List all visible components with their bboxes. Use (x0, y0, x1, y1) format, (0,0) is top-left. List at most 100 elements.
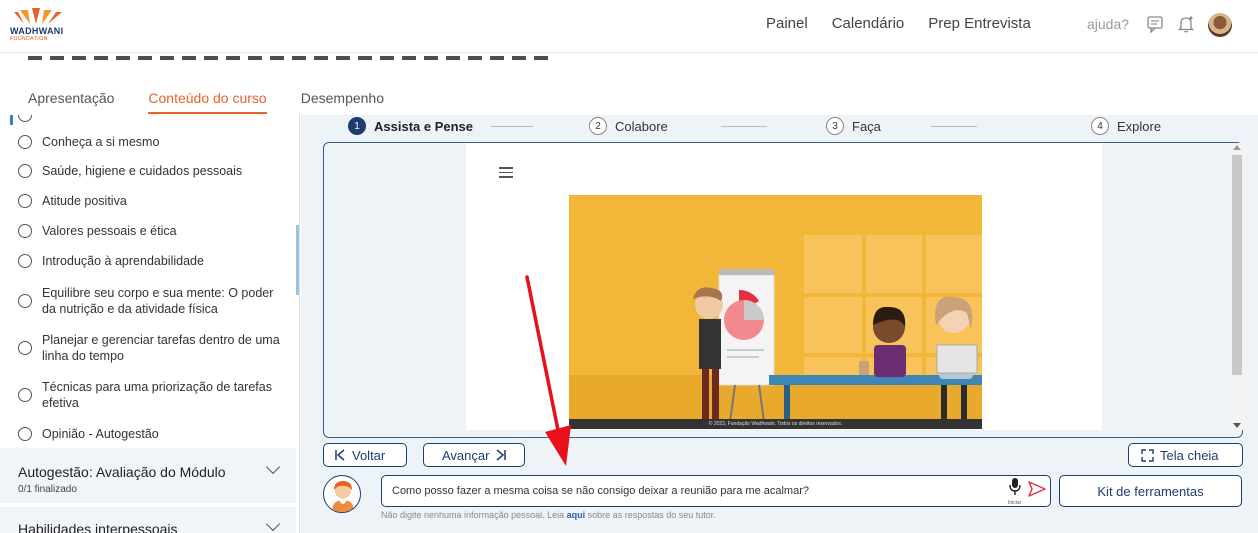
course-sidebar: Conheça a si mesmo Saúde, higiene e cuid… (0, 115, 300, 533)
step-number: 1 (348, 117, 366, 135)
step-label: Explore (1117, 118, 1162, 134)
logo-text: WADHWANI (10, 26, 64, 36)
disclaimer-link[interactable]: aqui (567, 510, 586, 520)
scroll-up-icon[interactable] (1233, 145, 1241, 150)
lesson-item[interactable]: Atitude positiva (18, 193, 290, 209)
radio-icon (18, 254, 32, 268)
step-explore[interactable]: 4 Explore (1091, 117, 1161, 135)
module-title: Habilidades interpessoais (18, 521, 178, 533)
back-label: Voltar (352, 447, 386, 463)
lesson-label: Saúde, higiene e cuidados pessoais (42, 164, 243, 178)
step-colabore[interactable]: 2 Colabore (589, 117, 668, 135)
menu-icon[interactable] (499, 167, 513, 181)
course-tabs: Apresentação Conteúdo do curso Desempenh… (28, 90, 384, 114)
skip-back-icon (335, 449, 345, 461)
nav-painel[interactable]: Painel (766, 15, 808, 32)
lesson-content: 1 Assista e Pense 2 Colabore 3 Faça 4 Ex… (301, 115, 1258, 533)
step-number: 4 (1091, 117, 1109, 135)
video-credit: © 2023, Fundação Wadhwani. Todos os dire… (569, 419, 982, 429)
radio-icon (18, 294, 32, 308)
disclaimer-text-end: sobre as respostas do seu tutor. (587, 510, 716, 520)
step-connector (931, 126, 977, 127)
help-link[interactable]: ajuda? (1087, 16, 1129, 32)
chat-input-value: Como posso fazer a mesma coisa se não co… (392, 485, 809, 497)
radio-icon (18, 224, 32, 238)
chat-bubble-icon[interactable] (1145, 14, 1165, 34)
lesson-item[interactable]: Valores pessoais e ética (18, 223, 290, 239)
step-label: Colabore (615, 118, 668, 134)
bell-icon[interactable] (1176, 14, 1196, 34)
scene-illustration (569, 235, 982, 429)
tab-apresentacao[interactable]: Apresentação (28, 90, 114, 114)
radio-icon (18, 194, 32, 208)
radio-icon (18, 427, 32, 441)
module-title: Autogestão: Avaliação do Módulo (18, 464, 226, 480)
step-label: Faça (852, 118, 881, 134)
lesson-item[interactable]: Planejar e gerenciar tarefas dentro de u… (18, 332, 290, 364)
lesson-item[interactable]: Equilibre seu corpo e sua mente: O poder… (18, 285, 290, 317)
lesson-label: Opinião - Autogestão (42, 427, 159, 441)
lesson-item[interactable]: Técnicas para uma priorização de tarefas… (18, 379, 290, 411)
back-button[interactable]: Voltar (323, 443, 407, 467)
module-status: 0/1 finalizado (18, 484, 77, 495)
video-scene[interactable]: © 2023, Fundação Wadhwani. Todos os dire… (569, 195, 982, 429)
lesson-item[interactable]: Opinião - Autogestão (18, 426, 290, 442)
skip-forward-icon (496, 449, 507, 461)
user-avatar[interactable] (1208, 13, 1232, 37)
step-connector (491, 126, 533, 127)
sidebar-scrollbar[interactable] (296, 225, 299, 295)
scroll-thumb[interactable] (1232, 155, 1242, 375)
tutor-chat-input[interactable]: Como posso fazer a mesma coisa se não co… (381, 475, 1051, 507)
lesson-item[interactable]: Introdução à aprendabilidade (18, 253, 290, 269)
radio-icon (18, 388, 32, 402)
scroll-down-icon[interactable] (1233, 423, 1241, 428)
main-nav: Painel Calendário Prep Entrevista (766, 15, 1031, 32)
radio-icon (18, 341, 32, 355)
lesson-label: Atitude positiva (42, 194, 127, 208)
microphone-icon[interactable] (1008, 477, 1022, 497)
lesson-label: Equilibre seu corpo e sua mente: O poder… (42, 286, 274, 316)
video-frame[interactable]: © 2023, Fundação Wadhwani. Todos os dire… (466, 143, 1245, 430)
lesson-label: Técnicas para uma priorização de tarefas… (42, 380, 272, 410)
video-scrollbar[interactable] (1229, 143, 1245, 430)
lesson-label: Introdução à aprendabilidade (42, 254, 204, 268)
lesson-item[interactable]: Conheça a si mesmo (18, 134, 290, 150)
toolkit-label: Kit de ferramentas (1097, 483, 1204, 499)
nav-calendario[interactable]: Calendário (832, 15, 905, 32)
lesson-steps: 1 Assista e Pense 2 Colabore 3 Faça 4 Ex… (301, 115, 1258, 137)
module-assessment[interactable]: Autogestão: Avaliação do Módulo 0/1 fina… (0, 448, 296, 503)
forward-label: Avançar (442, 447, 490, 463)
step-label: Assista e Pense (374, 118, 474, 134)
forward-button[interactable]: Avançar (423, 443, 525, 467)
chevron-down-icon[interactable] (265, 459, 281, 475)
radio-icon (18, 164, 32, 178)
fullscreen-button[interactable]: Tela cheia (1128, 443, 1243, 467)
tab-conteudo-do-curso[interactable]: Conteúdo do curso (148, 90, 267, 114)
lesson-item[interactable]: Saúde, higiene e cuidados pessoais (18, 163, 290, 179)
send-icon[interactable] (1027, 480, 1047, 498)
nav-prep-entrevista[interactable]: Prep Entrevista (928, 15, 1031, 32)
chevron-down-icon[interactable] (265, 516, 281, 532)
module-next[interactable]: Habilidades interpessoais (0, 507, 296, 533)
tutor-avatar-icon (332, 481, 354, 512)
fullscreen-icon (1141, 448, 1154, 462)
mic-label: Iniciar (1008, 500, 1022, 506)
disclaimer-text: Não digite nenhuma informação pessoal. L… (381, 510, 565, 520)
tutor-avatar (323, 475, 361, 513)
lesson-label: Planejar e gerenciar tarefas dentro de u… (42, 333, 280, 363)
radio-icon[interactable] (18, 115, 32, 122)
lesson-label: Conheça a si mesmo (42, 135, 160, 149)
privacy-disclaimer: Não digite nenhuma informação pessoal. L… (381, 510, 716, 520)
lesson-label: Valores pessoais e ética (42, 224, 177, 238)
fullscreen-label: Tela cheia (1160, 447, 1219, 463)
top-header: WADHWANI FOUNDATION Painel Calendário Pr… (0, 0, 1258, 53)
step-assista-e-pense[interactable]: 1 Assista e Pense (348, 117, 473, 135)
step-number: 3 (826, 117, 844, 135)
toolkit-button[interactable]: Kit de ferramentas (1059, 475, 1242, 507)
video-player: © 2023, Fundação Wadhwani. Todos os dire… (323, 142, 1245, 438)
course-title-clipped (28, 54, 1258, 64)
tab-desempenho[interactable]: Desempenho (301, 90, 384, 114)
step-faca[interactable]: 3 Faça (826, 117, 881, 135)
logo-subtext: FOUNDATION (10, 36, 48, 42)
radio-icon (18, 135, 32, 149)
